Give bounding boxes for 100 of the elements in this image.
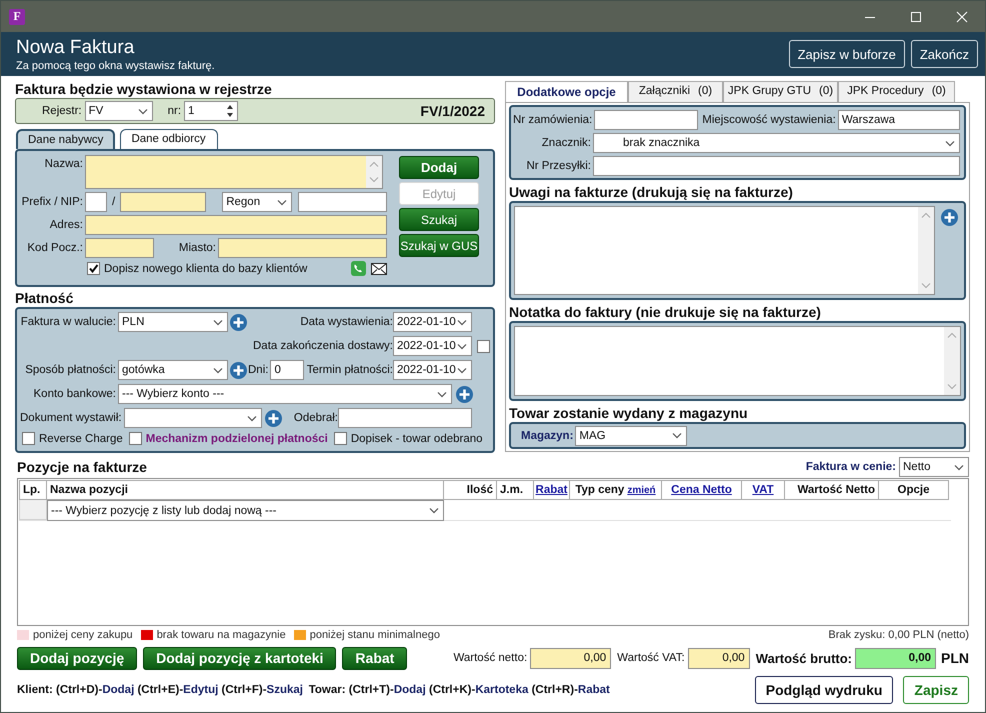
action-button[interactable]: Rabat	[342, 646, 408, 670]
field-label: Termin płatności:	[306, 364, 393, 376]
shortcut-link[interactable]: Szukaj	[266, 684, 303, 696]
city-field[interactable]	[218, 238, 387, 258]
chevron-icon	[213, 366, 223, 374]
dropdown[interactable]: gotówka	[118, 360, 228, 380]
date-picker[interactable]: 2022-01-10	[393, 360, 472, 380]
input-field[interactable]: Warszawa	[838, 110, 960, 130]
tab[interactable]: JPK Procedury (0)	[838, 81, 955, 102]
app-logo: F	[9, 8, 25, 24]
column-header: J.m.	[497, 480, 534, 500]
checkbox[interactable]	[334, 432, 347, 445]
shortcut-link[interactable]: Dodaj	[102, 684, 134, 696]
field-label: Wartość brutto:	[756, 650, 852, 666]
nip-field[interactable]	[120, 192, 206, 212]
spinner-icon[interactable]	[226, 104, 234, 118]
action-button[interactable]: Dodaj pozycję	[17, 646, 138, 670]
notes-field[interactable]	[514, 206, 935, 295]
total-field[interactable]: 0,00	[530, 648, 612, 668]
scroll-down-icon[interactable]	[369, 176, 379, 183]
add-icon[interactable]	[230, 362, 247, 378]
warehouse-dropdown[interactable]: MAG	[575, 426, 688, 446]
action-button[interactable]: Szukaj	[399, 208, 479, 231]
action-button[interactable]: Dodaj	[399, 156, 479, 179]
field-label: Miejscowość wystawienia:	[702, 114, 836, 126]
field-label: Miasto:	[178, 242, 217, 254]
scroll-up-icon[interactable]	[369, 161, 379, 168]
dropdown[interactable]: --- Wybierz konto ---	[118, 384, 452, 404]
input-field[interactable]	[338, 408, 472, 428]
input-field[interactable]	[85, 192, 107, 212]
tab[interactable]: Dane odbiorcy	[120, 129, 218, 149]
date-picker[interactable]: 2022-01-10	[393, 336, 472, 356]
add-icon[interactable]	[264, 410, 282, 426]
total-field[interactable]: 0,00	[688, 648, 750, 668]
shortcut-link[interactable]: Dodaj	[394, 684, 426, 696]
field-label: Sposób płatności:	[24, 364, 117, 376]
price-mode-dropdown[interactable]: Netto	[899, 457, 969, 477]
input-field[interactable]	[593, 156, 960, 176]
date-picker[interactable]: 2022-01-10	[393, 312, 472, 332]
register-dropdown[interactable]: FV	[84, 101, 153, 121]
phone-icon[interactable]	[351, 261, 366, 276]
window-subtitle: Za pomocą tego okna wystawisz fakturę.	[16, 59, 215, 73]
mail-icon[interactable]	[371, 262, 387, 274]
total-field[interactable]: 0,00	[855, 648, 936, 668]
input-field[interactable]	[298, 192, 387, 212]
column-header: Typ ceny	[575, 484, 624, 496]
item-dropdown[interactable]: --- Wybierz pozycję z listy lub dodaj nową ---	[47, 500, 444, 521]
column-header-link[interactable]: VAT	[742, 480, 785, 500]
chevron-icon	[437, 390, 447, 398]
chevron-icon	[457, 342, 467, 350]
dropdown[interactable]: brak znacznika	[593, 133, 960, 153]
dropdown[interactable]	[124, 408, 262, 428]
address-field[interactable]	[85, 215, 387, 235]
name-field[interactable]	[85, 155, 383, 189]
checkbox-label: Dopisek - towar odebrano	[350, 432, 483, 444]
chevron-icon	[672, 432, 682, 439]
shortcut-link[interactable]: Edytuj	[183, 684, 218, 696]
column-header-link[interactable]: Rabat	[534, 480, 570, 500]
dropdown[interactable]: Regon	[222, 192, 292, 212]
header-button[interactable]: Zakończ	[910, 40, 978, 68]
add-icon[interactable]	[941, 209, 958, 226]
action-button[interactable]: Podgląd wydruku	[754, 676, 894, 704]
scroll-down-icon[interactable]	[947, 383, 957, 390]
shortcut-link[interactable]: Rabat	[578, 684, 610, 696]
checkbox[interactable]	[477, 340, 490, 352]
tab[interactable]: JPK Grupy GTU (0)	[723, 81, 838, 102]
input-field[interactable]	[594, 110, 698, 130]
add-icon[interactable]	[230, 314, 247, 330]
change-link[interactable]: zmień	[627, 484, 656, 496]
scroll-up-icon[interactable]	[947, 332, 957, 339]
scrollbar[interactable]	[944, 327, 960, 395]
checkbox-label: Reverse Charge	[39, 432, 123, 444]
section-heading: Towar zostanie wydany z magazynu	[509, 404, 749, 422]
scroll-down-icon[interactable]	[921, 282, 931, 289]
tab[interactable]: Dodatkowe opcje	[505, 81, 628, 102]
checkbox[interactable]	[87, 262, 100, 275]
chevron-icon	[429, 507, 439, 514]
close-icon[interactable]	[956, 10, 968, 22]
add-icon[interactable]	[456, 386, 473, 402]
action-button[interactable]: Zapisz	[903, 676, 969, 704]
action-button[interactable]: Szukaj w GUS	[399, 234, 479, 257]
postal-code-field[interactable]	[85, 238, 154, 258]
field-label: Nr zamówienia:	[513, 114, 594, 126]
dropdown[interactable]: PLN	[118, 312, 228, 332]
row-header	[19, 500, 47, 520]
header-button[interactable]: Zapisz w buforze	[788, 40, 905, 68]
checkbox[interactable]	[128, 432, 142, 445]
tab[interactable]: Dane nabywcy	[16, 129, 116, 149]
input-field[interactable]: 0	[270, 360, 304, 380]
checkbox[interactable]	[22, 432, 35, 445]
tab[interactable]: Załączniki (0)	[628, 81, 723, 102]
number-field[interactable]: 1	[184, 101, 238, 121]
scrollbar[interactable]	[918, 207, 934, 294]
scroll-up-icon[interactable]	[921, 212, 931, 219]
column-header-link[interactable]: Cena Netto	[662, 480, 742, 500]
maximize-icon[interactable]	[910, 10, 922, 22]
column-header: Opcje	[879, 480, 949, 500]
scrollbar[interactable]	[366, 156, 382, 188]
shortcut-link[interactable]: Kartoteka	[475, 684, 528, 696]
action-button[interactable]: Dodaj pozycję z kartoteki	[143, 646, 336, 670]
